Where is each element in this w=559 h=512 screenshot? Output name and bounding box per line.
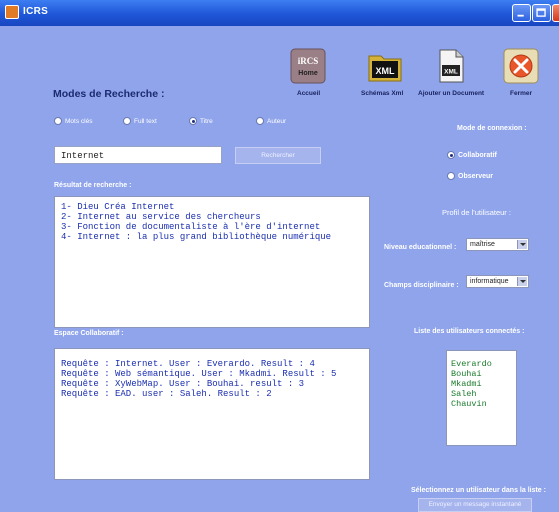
xml-schemas-label: Schémas Xml: [361, 90, 404, 97]
radio-auteur[interactable]: [256, 117, 264, 125]
list-item[interactable]: 1- Dieu Créa Internet: [61, 202, 363, 212]
home-icon: iRCS Home: [290, 48, 326, 84]
list-item[interactable]: Requête : XyWebMap. User : Bouhai. resul…: [61, 379, 363, 389]
list-item[interactable]: Requête : Web sémantique. User : Mkadmi.…: [61, 369, 363, 379]
list-item[interactable]: Bouhai: [451, 369, 512, 379]
radio-label: Auteur: [267, 118, 287, 125]
collab-list[interactable]: Requête : Internet. User : Everardo. Res…: [54, 348, 370, 480]
radio-label: Titre: [200, 118, 213, 125]
list-item[interactable]: Requête : EAD. user : Saleh. Result : 2: [61, 389, 363, 399]
radio-collaboratif[interactable]: [447, 151, 455, 159]
window-title: ICRS: [23, 6, 49, 17]
svg-text:XML: XML: [444, 69, 458, 76]
svg-text:iRCS: iRCS: [298, 56, 319, 66]
xml-schemas-button[interactable]: XML: [367, 48, 403, 84]
radio-titre[interactable]: [189, 117, 197, 125]
svg-text:Home: Home: [298, 70, 318, 77]
radio-observeur[interactable]: [447, 172, 455, 180]
title-bar[interactable]: ICRS: [0, 0, 559, 26]
maximize-button[interactable]: [532, 4, 551, 22]
list-item[interactable]: 2- Internet au service des chercheurs: [61, 212, 363, 222]
radio-label: Full text: [134, 118, 157, 125]
chevron-down-icon[interactable]: [517, 277, 527, 286]
svg-text:XML: XML: [376, 66, 396, 76]
list-item[interactable]: Everardo: [451, 359, 512, 369]
select-user-hint: Sélectionnez un utilisateur dans la list…: [411, 487, 546, 494]
profile-label: Profil de l'utilisateur :: [442, 208, 511, 217]
connection-mode-label: Mode de connexion :: [457, 125, 527, 132]
close-icon: [503, 48, 539, 84]
education-select[interactable]: maîtrise: [466, 238, 529, 251]
search-button[interactable]: Rechercher: [235, 147, 321, 164]
list-item[interactable]: Chauvin: [451, 399, 512, 409]
app-icon: [5, 5, 19, 19]
radio-mots-cles[interactable]: [54, 117, 62, 125]
radio-full-text[interactable]: [123, 117, 131, 125]
list-item[interactable]: 3- Fonction de documentaliste à l'ère d'…: [61, 222, 363, 232]
radio-label: Observeur: [458, 173, 494, 180]
list-item[interactable]: Saleh: [451, 389, 512, 399]
add-document-button[interactable]: XML: [433, 48, 469, 84]
list-item[interactable]: Requête : Internet. User : Everardo. Res…: [61, 359, 363, 369]
home-button[interactable]: iRCS Home: [290, 48, 326, 84]
add-document-label: Ajouter un Document: [418, 90, 485, 97]
education-label: Niveau educationnel :: [384, 244, 457, 251]
home-label: Accueil: [297, 90, 321, 97]
field-label: Champs disciplinaire :: [384, 282, 459, 289]
users-list[interactable]: Everardo Bouhai Mkadmi Saleh Chauvin: [446, 350, 517, 446]
users-label: Liste des utilisateurs connectés :: [414, 328, 525, 335]
results-list[interactable]: 1- Dieu Créa Internet 2- Internet au ser…: [54, 196, 370, 328]
xml-document-icon: XML: [439, 49, 464, 83]
minimize-icon: [517, 14, 524, 17]
minimize-button[interactable]: [512, 4, 531, 22]
search-modes-heading: Modes de Recherche :: [53, 88, 165, 100]
main-window: ICRS iRCS Home Accueil XML Schémas Xml X…: [0, 0, 559, 512]
exit-button[interactable]: [503, 48, 539, 84]
maximize-icon: [536, 8, 546, 17]
chevron-down-icon[interactable]: [517, 240, 527, 249]
send-message-button[interactable]: Envoyer un message instantané: [418, 498, 532, 512]
exit-label: Fermer: [510, 90, 533, 97]
search-input[interactable]: Internet: [54, 146, 222, 164]
list-item[interactable]: 4- Internet : la plus grand bibliothèque…: [61, 232, 363, 242]
close-window-button[interactable]: [552, 4, 559, 22]
xml-folder-icon: XML: [368, 55, 402, 82]
list-item[interactable]: Mkadmi: [451, 379, 512, 389]
results-label: Résultat de recherche :: [54, 182, 132, 189]
radio-label: Mots clés: [65, 118, 93, 125]
field-value: informatique: [470, 278, 509, 285]
field-select[interactable]: informatique: [466, 275, 529, 288]
education-value: maîtrise: [470, 241, 495, 248]
radio-label: Collaboratif: [458, 152, 497, 159]
collab-label: Espace Collaboratif :: [54, 330, 124, 337]
